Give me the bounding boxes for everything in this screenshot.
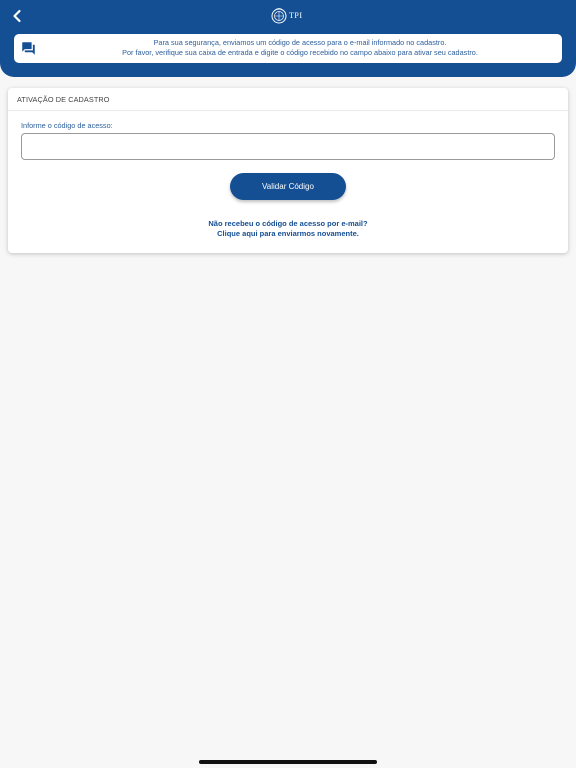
notice-message: Para sua segurança, enviamos um código d… <box>44 38 556 57</box>
chevron-left-icon <box>13 9 21 23</box>
access-code-input[interactable] <box>21 133 555 160</box>
app-header: TPI Para sua segurança, enviamos um códi… <box>0 0 576 77</box>
back-button[interactable] <box>7 6 27 26</box>
resend-line-2: Clique aqui para enviarmos novamente. <box>217 228 359 238</box>
activation-card: ATIVAÇÃO DE CADASTRO Informe o código de… <box>8 88 568 253</box>
access-code-label: Informe o código de acesso: <box>21 121 113 130</box>
card-title: ATIVAÇÃO DE CADASTRO <box>17 94 110 104</box>
resend-code-link[interactable]: Não recebeu o código de acesso por e-mai… <box>8 219 568 238</box>
notice-line-2: Por favor, verifique sua caixa de entrad… <box>122 47 478 57</box>
security-notice: Para sua segurança, enviamos um código d… <box>14 34 562 63</box>
home-indicator <box>199 760 377 764</box>
chat-bubbles-icon <box>22 42 35 55</box>
logo-text: TPI <box>289 10 303 20</box>
notice-line-1: Para sua segurança, enviamos um código d… <box>153 38 447 47</box>
crest-emblem-icon <box>271 7 287 23</box>
resend-line-1: Não recebeu o código de acesso por e-mai… <box>208 219 368 228</box>
validate-code-button[interactable]: Validar Código <box>230 173 346 200</box>
app-logo: TPI <box>271 6 305 25</box>
card-header: ATIVAÇÃO DE CADASTRO <box>8 88 568 111</box>
